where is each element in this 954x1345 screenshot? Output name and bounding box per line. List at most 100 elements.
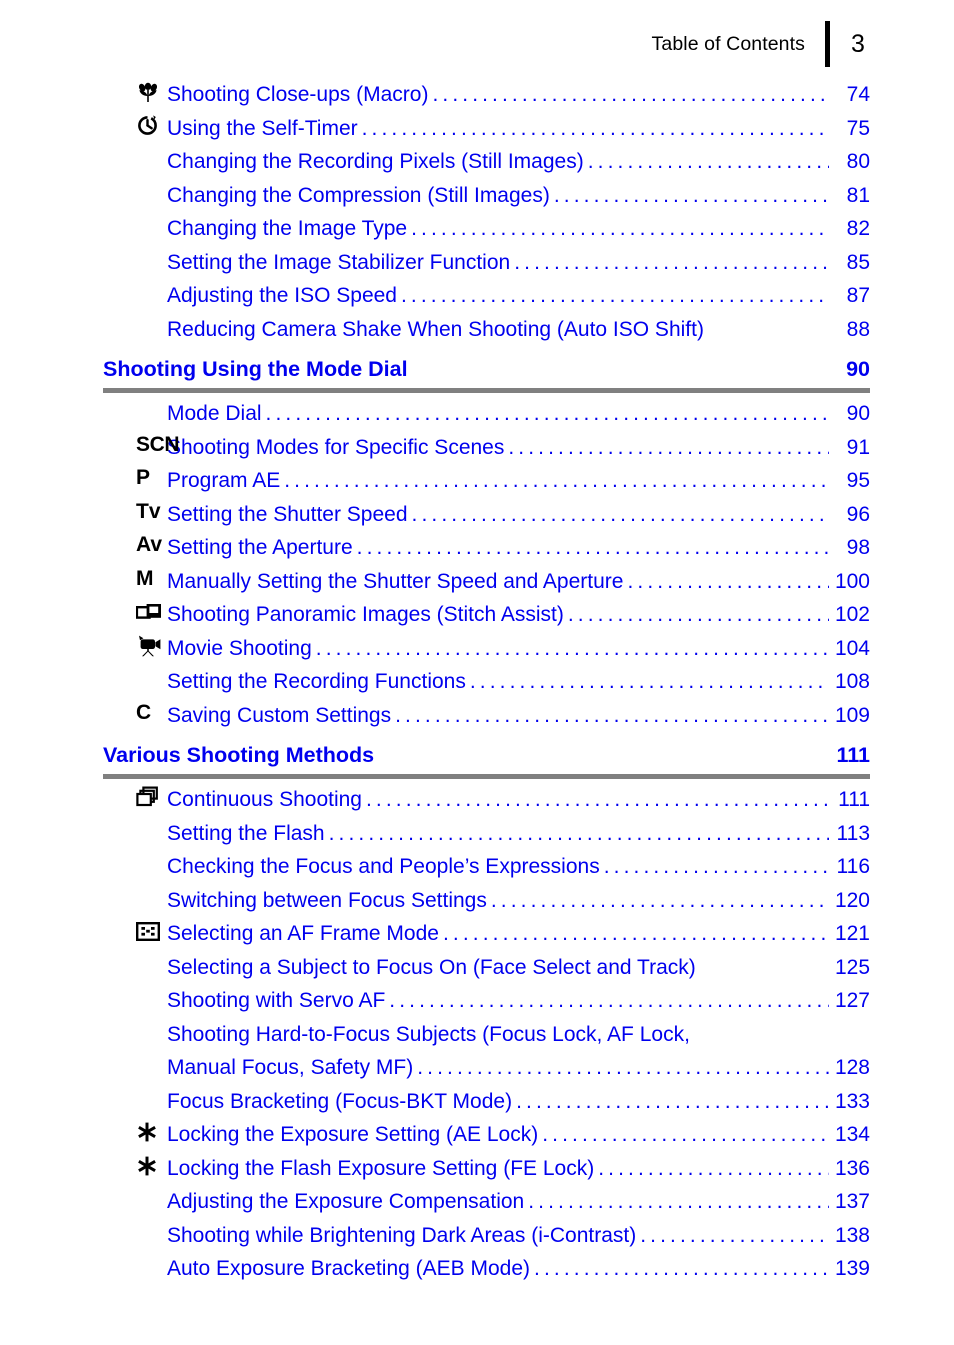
toc-entry[interactable]: Movie Shooting 104 <box>0 632 954 666</box>
dot-leader <box>568 598 829 632</box>
toc-entry-page-number: 109 <box>834 703 870 727</box>
toc-entry-label: Selecting a Subject to Focus On (Face Se… <box>167 955 696 979</box>
toc-entry[interactable]: Adjusting the Exposure Compensation 137 <box>0 1185 954 1219</box>
toc-entry[interactable]: Changing the Image Type 82 <box>0 212 954 246</box>
av-mode-icon-glyph: Av <box>136 533 163 556</box>
dot-leader <box>417 1051 829 1085</box>
toc-entry-label: Shooting Modes for Specific Scenes <box>167 435 505 459</box>
toc-entry[interactable]: Setting the Image Stabilizer Function 85 <box>0 246 954 280</box>
toc-entry[interactable]: Shooting with Servo AF 127 <box>0 984 954 1018</box>
toc-entry[interactable]: Shooting Panoramic Images (Stitch Assist… <box>0 598 954 632</box>
toc-entry-label: Movie Shooting <box>167 636 312 660</box>
toc-entry-page-number: 128 <box>834 1056 870 1079</box>
header-divider <box>825 21 830 67</box>
toc-entry[interactable]: Shooting while Brightening Dark Areas (i… <box>0 1219 954 1253</box>
toc-entry-page-number: 133 <box>834 1089 870 1113</box>
toc-entry-label: Auto Exposure Bracketing (AEB Mode) <box>167 1257 531 1280</box>
toc-entry-label: Focus Bracketing (Focus-BKT Mode) <box>167 1089 513 1113</box>
toc-section-heading[interactable]: Various Shooting Methods 111 <box>0 743 954 779</box>
toc-entry[interactable]: Mode Dial 90 <box>0 397 954 431</box>
dot-leader <box>640 1219 829 1253</box>
toc-page: Table of Contents 3 Shooting Close-ups (… <box>0 0 954 1345</box>
dot-leader <box>542 1118 829 1152</box>
toc-entry[interactable]: AvSetting the Aperture 98 <box>0 531 954 565</box>
toc-entry[interactable]: Shooting Close-ups (Macro) 74 <box>0 78 954 112</box>
toc-entry[interactable]: Changing the Compression (Still Images) 8… <box>0 179 954 213</box>
dot-leader <box>598 1152 829 1186</box>
toc-entry-page-number: 95 <box>846 469 870 492</box>
toc-entry-page-number: 85 <box>846 250 870 274</box>
dot-leader <box>508 431 829 465</box>
toc-entry[interactable]: C Saving Custom Settings 109 <box>0 699 954 733</box>
toc-entry-label: Changing the Recording Pixels (Still Ima… <box>167 150 584 173</box>
toc-entry-page-number: 96 <box>846 502 870 526</box>
toc-entry[interactable]: Using the Self-Timer 75 <box>0 112 954 146</box>
dot-leader <box>516 1085 829 1119</box>
toc-entry-page-number: 116 <box>836 855 870 878</box>
toc-entry[interactable]: Locking the Flash Exposure Setting (FE L… <box>0 1152 954 1186</box>
toc-section-page-number: 90 <box>846 357 870 381</box>
page-title: Table of Contents <box>651 32 805 55</box>
tv-mode-icon-glyph: Tv <box>136 499 161 523</box>
toc-entry-page-number: 138 <box>834 1223 870 1247</box>
toc-entry-label: Checking the Focus and People’s Expressi… <box>167 855 600 878</box>
toc-entry[interactable]: Selecting an AF Frame Mode 121 <box>0 917 954 951</box>
dot-leader <box>514 246 829 280</box>
toc-entry-label: Using the Self-Timer <box>167 116 358 140</box>
toc-section-title: Shooting Using the Mode Dial <box>103 357 408 381</box>
toc-entry[interactable]: Adjusting the ISO Speed 87 <box>0 279 954 313</box>
dot-leader <box>491 884 829 918</box>
toc-section-page-number: 111 <box>836 743 871 767</box>
toc-entry[interactable]: M Manually Setting the Shutter Speed and … <box>0 565 954 599</box>
toc-entry-label: Changing the Compression (Still Images) <box>167 183 550 207</box>
dot-leader <box>528 1185 829 1219</box>
dot-leader <box>443 917 829 951</box>
toc-entry-page-number: 102 <box>834 603 870 626</box>
toc-entry-label: Reducing Camera Shake When Shooting (Aut… <box>167 317 704 341</box>
manual-mode-icon-glyph: M <box>136 566 154 590</box>
toc-entry-label: Setting the Recording Functions <box>167 670 466 693</box>
program-ae-mode-icon-glyph: P <box>136 466 151 489</box>
custom-settings-icon-glyph: C <box>136 700 152 724</box>
toc-entry-label: Setting the Aperture <box>167 536 353 559</box>
dot-leader <box>411 212 829 246</box>
toc-entry[interactable]: Focus Bracketing (Focus-BKT Mode) 133 <box>0 1085 954 1119</box>
toc-entry[interactable]: Locking the Exposure Setting (AE Lock) 13… <box>0 1118 954 1152</box>
toc-entry-label: Setting the Flash <box>167 821 325 845</box>
dot-leader <box>604 850 829 884</box>
dot-leader <box>534 1252 829 1286</box>
toc-entry-label: Program AE <box>167 469 281 492</box>
toc-entry-label: Adjusting the Exposure Compensation <box>167 1190 525 1213</box>
toc-section-heading[interactable]: Shooting Using the Mode Dial 90 <box>0 357 954 393</box>
toc-entry[interactable]: Switching between Focus Settings 120 <box>0 884 954 918</box>
toc-entry[interactable]: Reducing Camera Shake When Shooting (Aut… <box>0 313 954 347</box>
toc-entry[interactable]: Shooting Hard-to-Focus Subjects (Focus L… <box>0 1018 954 1052</box>
toc-entry-label: Shooting while Brightening Dark Areas (i… <box>167 1223 637 1247</box>
toc-entry[interactable]: Setting the Flash 113 <box>0 817 954 851</box>
toc-entry[interactable]: Selecting a Subject to Focus On (Face Se… <box>0 951 954 985</box>
dot-leader <box>412 498 829 532</box>
toc-entry[interactable]: TvSetting the Shutter Speed 96 <box>0 498 954 532</box>
dot-leader <box>395 699 829 733</box>
toc-entry-label: Shooting Hard-to-Focus Subjects (Focus L… <box>167 1022 690 1046</box>
toc-entry-page-number: 113 <box>836 821 870 845</box>
toc-entry-page-number: 139 <box>834 1257 870 1280</box>
toc-entry[interactable]: SCNShooting Modes for Specific Scenes 91 <box>0 431 954 465</box>
toc-entry[interactable]: Manual Focus, Safety MF) 128 <box>0 1051 954 1085</box>
toc-entry[interactable]: Auto Exposure Bracketing (AEB Mode) 139 <box>0 1252 954 1286</box>
toc-entry[interactable]: Changing the Recording Pixels (Still Ima… <box>0 145 954 179</box>
dot-leader <box>266 397 829 431</box>
toc-entry-label: Saving Custom Settings <box>167 703 392 727</box>
toc-entry-page-number: 88 <box>846 317 871 341</box>
toc-section-title: Various Shooting Methods <box>103 743 375 767</box>
toc-entry-label: Mode Dial <box>167 402 262 425</box>
dot-leader <box>357 531 829 565</box>
toc-entry[interactable]: P Program AE 95 <box>0 464 954 498</box>
toc-entry[interactable]: Setting the Recording Functions 108 <box>0 665 954 699</box>
toc-entry-page-number: 127 <box>834 989 870 1012</box>
toc-entry[interactable]: Checking the Focus and People’s Expressi… <box>0 850 954 884</box>
header-page-number: 3 <box>851 29 865 58</box>
toc-entry-page-number: 82 <box>846 217 870 240</box>
toc-entry-label: Manual Focus, Safety MF) <box>167 1056 414 1079</box>
toc-entry[interactable]: Continuous Shooting 111 <box>0 783 954 817</box>
